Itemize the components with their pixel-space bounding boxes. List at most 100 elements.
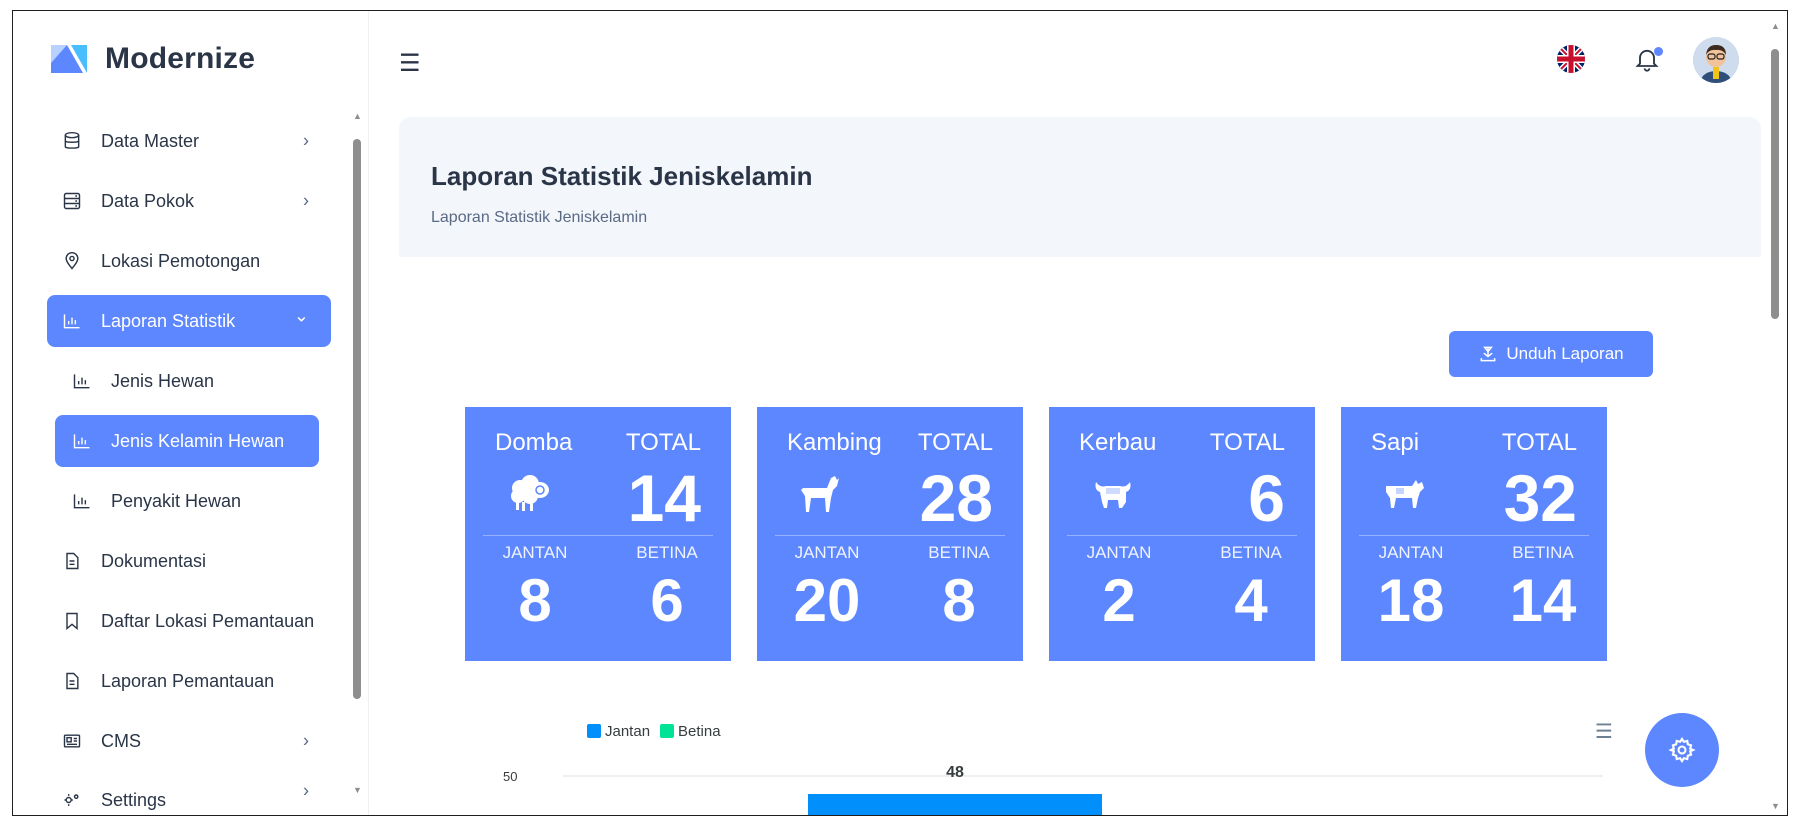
sidebar-item-jenis-hewan[interactable]: Jenis Hewan — [47, 351, 331, 411]
total-value: 28 — [919, 461, 993, 535]
animal-name: Domba — [495, 429, 573, 456]
bar-chart-icon — [61, 310, 83, 332]
file-text-icon — [61, 670, 83, 692]
sidebar-item-laporan-pemantauan[interactable]: Laporan Pemantauan — [47, 651, 331, 711]
jantan-value: 8 — [518, 567, 552, 634]
animal-name: Kambing — [787, 429, 882, 456]
total-label: TOTAL — [1209, 429, 1285, 456]
betina-label: BETINA — [1220, 543, 1282, 562]
sidebar-item-jenis-kelamin-hewan[interactable]: Jenis Kelamin Hewan — [55, 415, 319, 467]
betina-value: 14 — [1509, 567, 1577, 634]
jantan-label: JANTAN — [794, 543, 860, 562]
news-icon — [61, 730, 83, 752]
uk-flag-icon[interactable] — [1557, 45, 1585, 73]
jantan-label: JANTAN — [502, 543, 568, 562]
sidebar-item-penyakit-hewan[interactable]: Penyakit Hewan — [47, 471, 331, 531]
total-value: 6 — [1248, 461, 1285, 535]
chevron-down-icon: ⌄ — [293, 305, 309, 326]
betina-label: BETINA — [636, 543, 698, 562]
chevron-right-icon: › — [303, 780, 309, 801]
gear-icon — [1668, 736, 1696, 764]
sidebar-item-label: Lokasi Pemotongan — [101, 250, 261, 271]
stat-card-sapi: Sapi TOTAL 32 JANTAN BETINA 18 14 — [1341, 407, 1607, 661]
sidebar-item-label: Daftar Lokasi Pemantauan — [101, 610, 315, 631]
sidebar-scroll-thumb[interactable] — [353, 139, 361, 699]
download-report-label: Unduh Laporan — [1506, 344, 1624, 363]
bar-jantan — [808, 794, 1102, 815]
page-scroll-up-icon[interactable]: ▲ — [1771, 21, 1780, 31]
chevron-right-icon: › — [303, 190, 309, 211]
page-header-card: Laporan Statistik Jeniskelamin Laporan S… — [399, 117, 1761, 257]
sidebar-item-label: Laporan Pemantauan — [101, 670, 275, 691]
settings-fab[interactable] — [1645, 713, 1719, 787]
app-logo[interactable]: Modernize — [47, 41, 255, 77]
user-avatar-icon — [1693, 37, 1739, 83]
betina-label: BETINA — [928, 543, 990, 562]
betina-value: 4 — [1234, 567, 1268, 634]
betina-value: 8 — [942, 567, 976, 634]
sidebar-item-data-master[interactable]: Data Master › — [47, 111, 331, 171]
bar-chart-icon — [71, 370, 93, 392]
total-label: TOTAL — [1501, 429, 1577, 456]
betina-value: 6 — [650, 567, 684, 634]
notification-dot — [1654, 47, 1663, 56]
sidebar-item-label: CMS — [101, 730, 141, 751]
hamburger-icon[interactable]: ☰ — [399, 49, 421, 78]
stat-card-kerbau: Kerbau TOTAL 6 JANTAN BETINA 2 4 — [1049, 407, 1315, 661]
page-scrollbar[interactable]: ▲ ▼ — [1765, 21, 1785, 815]
settings-icon — [61, 789, 83, 811]
database-icon — [61, 130, 83, 152]
chart-menu-icon[interactable]: ☰ — [1595, 719, 1613, 744]
sidebar-item-label: Data Pokok — [101, 190, 195, 211]
sidebar-scrollbar[interactable]: ▲ ▼ — [351, 111, 363, 811]
sidebar-item-settings[interactable]: Settings › — [47, 771, 331, 811]
stat-divider — [1359, 535, 1589, 536]
file-text-icon — [61, 550, 83, 572]
legend-item-betina[interactable]: Betina — [660, 723, 721, 740]
scroll-up-icon[interactable]: ▲ — [353, 111, 362, 121]
sidebar-item-dokumentasi[interactable]: Dokumentasi — [47, 531, 331, 591]
sidebar-item-label: Laporan Statistik — [101, 310, 236, 331]
sidebar-item-daftar-lokasi-pemantauan[interactable]: Daftar Lokasi Pemantauan — [47, 591, 331, 651]
cow-icon — [1371, 469, 1439, 519]
chart-legend: Jantan Betina — [587, 723, 721, 740]
jantan-label: JANTAN — [1378, 543, 1444, 562]
stat-divider — [1067, 535, 1297, 536]
map-pin-icon — [61, 250, 83, 272]
sidebar-item-label: Dokumentasi — [101, 550, 207, 571]
breadcrumb: Laporan Statistik Jeniskelamin — [431, 209, 648, 226]
scroll-down-icon[interactable]: ▼ — [353, 785, 362, 795]
chevron-right-icon: › — [303, 130, 309, 151]
notification-button[interactable] — [1633, 45, 1663, 75]
y-tick-50: 50 — [503, 769, 517, 784]
stat-card-kambing: Kambing TOTAL 28 JANTAN BETINA 20 8 — [757, 407, 1023, 661]
page-scroll-down-icon[interactable]: ▼ — [1771, 801, 1780, 811]
chevron-right-icon: › — [303, 730, 309, 751]
stat-divider — [483, 535, 713, 536]
user-avatar[interactable] — [1693, 37, 1739, 83]
goat-icon — [787, 469, 855, 519]
sidebar-item-label: Data Master — [101, 130, 200, 151]
jantan-label: JANTAN — [1086, 543, 1152, 562]
sidebar-item-laporan-statistik[interactable]: Laporan Statistik ⌄ — [47, 295, 331, 347]
sidebar-item-lokasi-pemotongan[interactable]: Lokasi Pemotongan — [47, 231, 331, 291]
total-value: 32 — [1503, 461, 1577, 535]
download-icon — [1480, 346, 1496, 362]
total-value: 14 — [627, 461, 701, 535]
sidebar-item-label: Jenis Hewan — [111, 370, 215, 391]
sidebar-item-data-pokok[interactable]: Data Pokok › — [47, 171, 331, 231]
modernize-logo-icon — [51, 45, 87, 73]
page-scroll-thumb[interactable] — [1771, 49, 1779, 319]
stat-divider — [775, 535, 1005, 536]
download-report-button[interactable]: Unduh Laporan — [1449, 331, 1653, 377]
animal-name: Kerbau — [1079, 429, 1157, 456]
sidebar-item-cms[interactable]: CMS › — [47, 711, 331, 771]
bar-chart-icon — [71, 490, 93, 512]
bookmark-icon — [61, 610, 83, 632]
jantan-value: 2 — [1102, 567, 1136, 634]
jantan-value: 20 — [793, 567, 861, 634]
sidebar-item-label: Settings — [101, 790, 167, 810]
stat-card-domba: Domba TOTAL 14 JANTAN BETINA 8 6 — [465, 407, 731, 661]
legend-item-jantan[interactable]: Jantan — [587, 723, 650, 740]
sidebar-item-label: Penyakit Hewan — [111, 490, 242, 511]
